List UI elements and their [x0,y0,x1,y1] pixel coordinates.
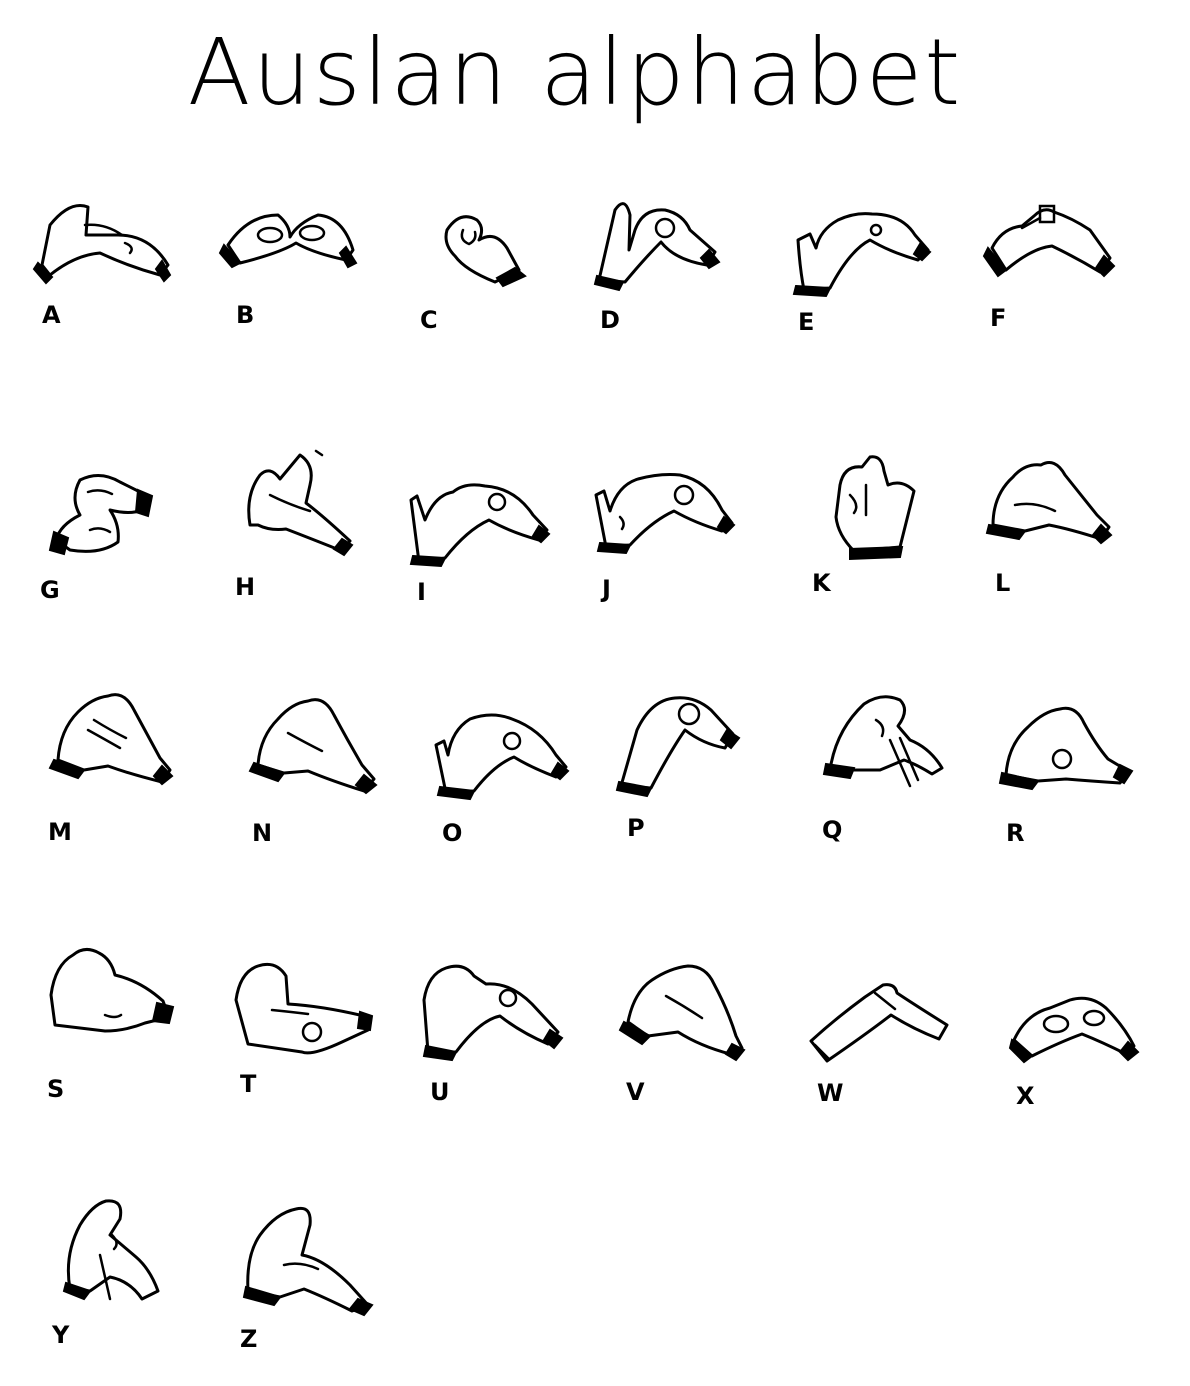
sign-o: O [430,705,580,845]
hand-sign-o-icon [434,713,570,801]
hand-sign-a-icon [32,204,172,285]
page-title: Auslan alphabet [187,19,963,126]
sign-u: U [420,960,570,1104]
sign-h: H [230,449,380,599]
sign-a: A [30,195,180,335]
sign-l: L [985,455,1135,595]
hand-sign-b-icon [218,213,358,269]
letter-label: K [812,569,831,597]
hand-sign-y-icon [62,1199,160,1301]
letter-label: Q [822,816,843,844]
hand-sign-f-icon [982,204,1116,278]
letter-label: M [48,818,72,846]
hand-sign-c-icon [444,215,527,288]
letter-label: Y [52,1321,70,1349]
sign-y: Y [50,1195,200,1347]
letter-label: R [1006,819,1025,847]
hand-sign-j-icon [594,473,736,555]
hand-sign-g-icon [48,474,154,556]
hand-sign-i-icon [409,483,551,568]
hand-sign-l-icon [985,461,1113,545]
letter-label: X [1016,1082,1035,1110]
sign-e: E [790,200,940,340]
sign-x: X [1008,990,1160,1130]
hand-sign-r-icon [998,706,1134,791]
sign-n: N [248,695,400,845]
hand-sign-q-icon [822,695,944,788]
letter-label: U [430,1078,450,1106]
sign-r: R [998,705,1150,847]
letter-label: A [42,301,61,329]
sign-d: D [593,190,745,334]
hand-sign-s-icon [49,948,175,1033]
letter-label: I [417,578,426,606]
letter-label: J [602,575,611,603]
sign-s: S [45,945,195,1101]
letter-label: G [40,576,60,604]
letter-label: T [240,1070,257,1098]
sign-z: Z [240,1205,390,1351]
letter-label: C [420,306,438,334]
letter-label: F [990,304,1007,332]
letter-label: B [236,301,255,329]
hand-sign-z-icon [242,1206,374,1317]
hand-sign-d-icon [593,202,721,292]
hand-sign-n-icon [248,698,378,795]
sign-p: P [615,690,765,840]
hand-sign-w-icon [809,983,949,1063]
letter-label: L [995,569,1011,597]
hand-sign-t-icon [234,962,374,1055]
letter-label: V [626,1078,645,1106]
letter-label: S [47,1075,65,1103]
sign-k: K [810,455,960,595]
sign-t: T [232,960,382,1100]
letter-label: P [627,814,645,842]
letter-label: E [798,308,815,336]
sign-q: Q [820,690,970,842]
hand-sign-v-icon [618,964,746,1062]
sign-b: B [218,195,368,335]
sign-i: I [405,470,555,610]
sign-g: G [40,470,190,610]
letter-label: D [600,306,620,334]
hand-sign-h-icon [247,449,354,557]
letter-label: W [817,1079,844,1107]
letter-label: H [235,573,256,601]
sign-j: J [590,465,740,605]
hand-sign-p-icon [615,696,741,798]
sign-c: C [415,200,565,340]
letter-label: Z [240,1325,258,1353]
hand-sign-e-icon [792,212,932,298]
sign-w: W [805,975,955,1115]
letter-label: N [252,819,273,847]
sign-m: M [48,690,198,844]
hand-sign-u-icon [422,964,564,1062]
sign-v: V [618,962,770,1106]
hand-sign-k-icon [834,455,916,561]
letter-label: O [442,819,463,847]
hand-sign-m-icon [48,693,174,786]
sign-f: F [982,198,1132,338]
